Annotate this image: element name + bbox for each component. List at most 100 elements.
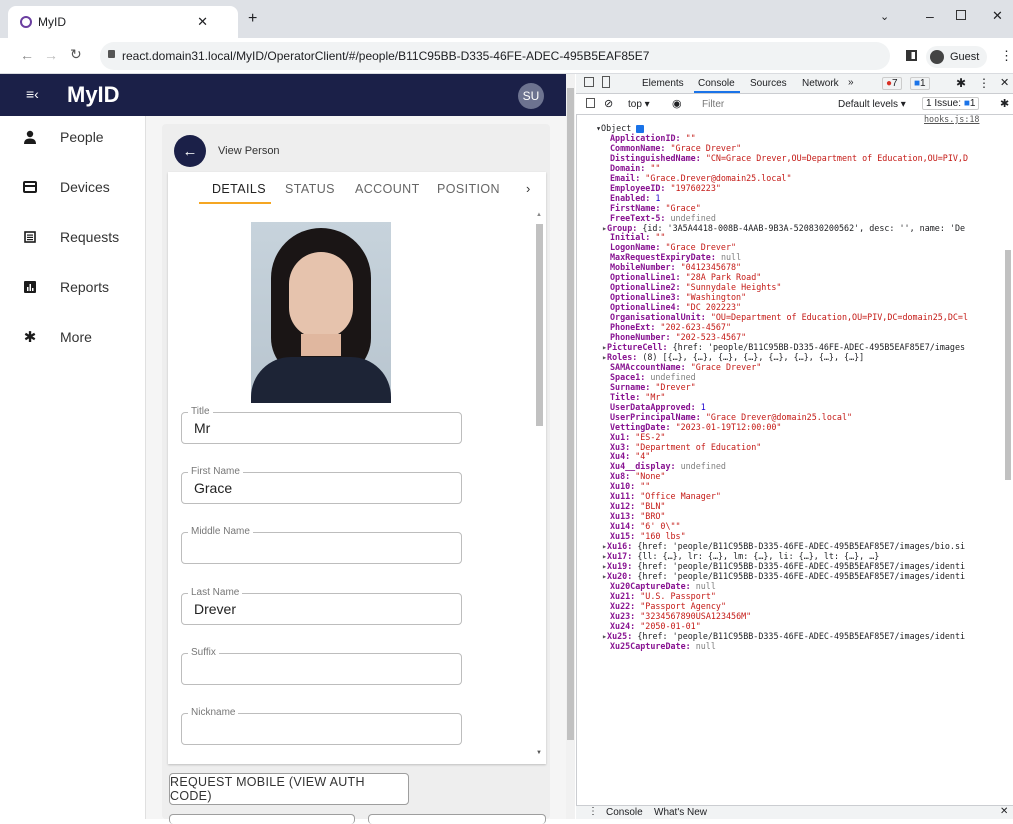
tab-position[interactable]: POSITION	[437, 182, 500, 196]
sidebar-toggle-icon[interactable]	[586, 98, 595, 108]
collapse-menu-icon[interactable]: ≡‹	[26, 86, 39, 102]
property-value: "3234567890USA123456M"	[640, 610, 752, 621]
side-panel-icon[interactable]	[906, 50, 917, 61]
tab-search-icon[interactable]: ⌄	[880, 10, 889, 23]
property-value: ""	[685, 132, 696, 143]
property-key: Xu22:	[610, 600, 641, 611]
forward-icon[interactable]: →	[44, 47, 58, 63]
property-value: "202-623-4567"	[660, 322, 732, 333]
app-bar: ≡‹ MyID SU	[0, 74, 566, 116]
sidebar-item-devices[interactable]: Devices	[0, 172, 146, 202]
issues-button[interactable]: 1 Issue: ■1	[922, 97, 980, 110]
property-value: "2050-01-01"	[640, 620, 701, 631]
user-avatar[interactable]: SU	[518, 83, 544, 109]
devtools-tab-elements[interactable]: Elements	[642, 78, 684, 89]
console-filter-input[interactable]: Filter	[702, 99, 832, 110]
new-tab-icon[interactable]: +	[248, 10, 257, 28]
property-value: 1	[700, 401, 706, 412]
sidebar-item-requests[interactable]: Requests	[0, 222, 146, 252]
person-icon	[0, 130, 60, 144]
context-selector[interactable]: top ▾	[628, 99, 650, 110]
tab-status[interactable]: STATUS	[285, 182, 335, 196]
browser-tab[interactable]: MyID ✕	[8, 6, 238, 38]
property-value: "BLN"	[640, 501, 666, 512]
sidebar-item-more[interactable]: ✱ More	[0, 322, 146, 352]
minimize-icon[interactable]: –	[926, 8, 934, 24]
browser-tab-title: MyID	[38, 15, 66, 29]
suffix-field[interactable]: Suffix	[181, 647, 462, 685]
middle-name-field[interactable]: Middle Name	[181, 526, 462, 564]
nickname-field[interactable]: Nickname	[181, 707, 462, 745]
more-tabs-icon[interactable]: »	[848, 77, 854, 88]
property-key: Xu25:	[607, 630, 638, 641]
reload-icon[interactable]: ↻	[70, 46, 82, 63]
app-scrollbar-thumb[interactable]	[567, 88, 574, 740]
device-toolbar-icon[interactable]	[602, 76, 610, 88]
tab-details[interactable]: DETAILS	[212, 182, 266, 196]
first-name-field[interactable]: First Name Grace	[181, 466, 462, 504]
panel-scrollbar[interactable]	[536, 224, 543, 426]
drawer-menu-icon[interactable]: ⋮	[588, 806, 598, 817]
console-property-line: Xu3: "Department of Education"	[596, 441, 992, 453]
app-title: MyID	[67, 82, 120, 107]
browser-menu-icon[interactable]: ⋮	[1000, 48, 1013, 64]
property-key: SAMAccountName:	[610, 361, 691, 372]
log-levels-select[interactable]: Default levels ▾	[838, 99, 906, 110]
more-actions-button-1[interactable]	[169, 814, 355, 824]
drawer-close-icon[interactable]: ✕	[1000, 806, 1008, 817]
devtools-close-icon[interactable]: ✕	[1000, 76, 1009, 89]
property-value: undefined	[670, 212, 716, 223]
clear-console-icon[interactable]: ⊘	[604, 97, 613, 110]
more-actions-button-2[interactable]	[368, 814, 546, 824]
console-output[interactable]: ▾Object ApplicationID: "" CommonName: "Gr…	[596, 124, 992, 814]
property-key: Group:	[607, 222, 643, 233]
first-name-label: First Name	[188, 466, 243, 477]
back-icon[interactable]: ←	[20, 47, 34, 63]
inspect-element-icon[interactable]	[584, 77, 594, 87]
devtools-scrollbar-thumb[interactable]	[1005, 250, 1011, 480]
last-name-field[interactable]: Last Name Drever	[181, 587, 462, 625]
property-key: Xu3:	[610, 441, 636, 452]
tabs-scroll-right-icon[interactable]: ›	[526, 181, 530, 196]
devtools-menu-icon[interactable]: ⋮	[978, 76, 990, 90]
drawer-tab-console[interactable]: Console	[606, 807, 643, 818]
property-key: Xu24:	[610, 620, 641, 631]
property-value: "None"	[635, 471, 666, 482]
property-key: Roles:	[607, 351, 643, 362]
devtools-tab-sources[interactable]: Sources	[750, 78, 787, 89]
tab-account[interactable]: ACCOUNT	[355, 182, 420, 196]
devtools-settings-icon[interactable]: ✱	[956, 76, 966, 90]
close-tab-icon[interactable]: ✕	[197, 14, 208, 30]
sidebar-item-label: Requests	[60, 229, 120, 245]
error-count-badge[interactable]: ●7	[882, 77, 902, 90]
property-value: "Passport Agency"	[640, 600, 726, 611]
back-button[interactable]: ←	[174, 135, 206, 167]
last-name-value: Drever	[194, 601, 237, 617]
sidebar-item-people[interactable]: People	[0, 122, 146, 152]
browser-tab-strip: MyID ✕ + ⌄ – ✕	[0, 0, 1013, 38]
property-key: Xu11:	[610, 491, 641, 502]
maximize-icon[interactable]	[956, 10, 966, 20]
drawer-tab-whats-new[interactable]: What's New	[654, 807, 707, 818]
profile-button[interactable]: Guest	[926, 46, 988, 68]
live-expression-icon[interactable]: ◉	[672, 97, 682, 110]
issues-label: 1 Issue:	[926, 98, 962, 109]
close-window-icon[interactable]: ✕	[992, 8, 1003, 24]
issues-count: 1	[969, 98, 976, 109]
console-settings-icon[interactable]: ✱	[1000, 97, 1009, 110]
property-value: "CN=Grace Drever,OU=Department of Educat…	[705, 152, 969, 163]
devtools-tab-network[interactable]: Network	[802, 78, 839, 89]
address-bar[interactable]: react.domain31.local/MyID/OperatorClient…	[100, 42, 890, 70]
title-field[interactable]: Title Mr	[181, 406, 462, 444]
devtools-tab-console[interactable]: Console	[698, 78, 735, 89]
sidebar-item-label: Reports	[60, 279, 110, 295]
scroll-down-icon[interactable]: ▼	[536, 750, 542, 756]
message-count-badge[interactable]: ■1	[910, 77, 930, 90]
property-key: Xu12:	[610, 501, 641, 512]
scroll-up-icon[interactable]: ▲	[536, 212, 542, 218]
property-value: null	[695, 580, 716, 591]
property-value: "OU=Department of Education,OU=PIV,DC=do…	[710, 312, 968, 323]
request-mobile-button[interactable]: REQUEST MOBILE (VIEW AUTH CODE)	[169, 773, 409, 805]
sidebar-item-reports[interactable]: Reports	[0, 272, 146, 302]
source-link[interactable]: hooks.js:18	[924, 114, 979, 124]
